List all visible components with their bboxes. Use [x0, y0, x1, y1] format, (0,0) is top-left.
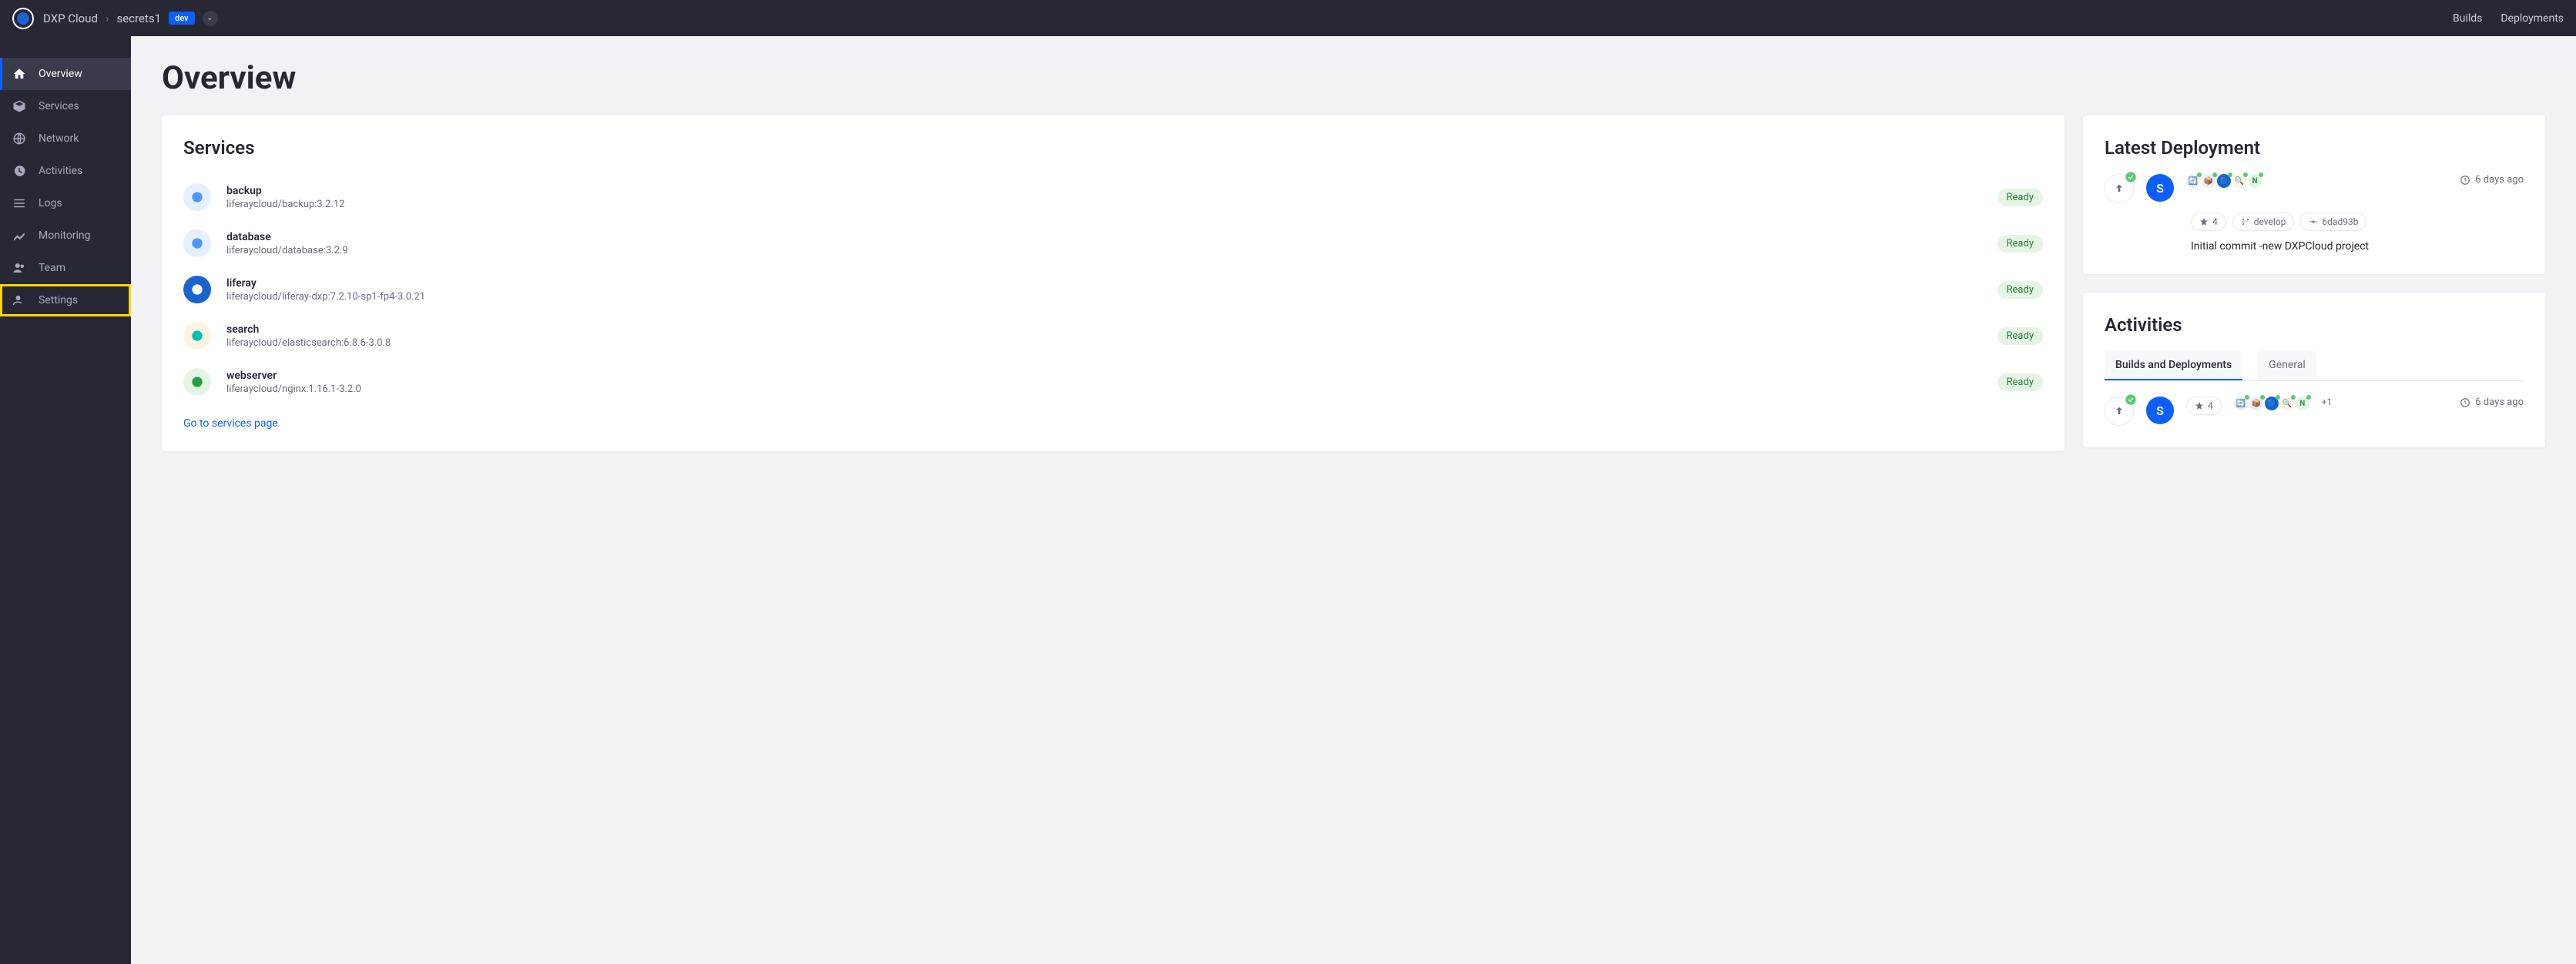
service-name: liferay	[226, 277, 1982, 290]
logo[interactable]	[12, 8, 34, 29]
service-desc: liferaycloud/elasticsearch:6.8.6-3.0.8	[226, 337, 1982, 349]
tab-builds-deployments[interactable]: Builds and Deployments	[2105, 351, 2242, 380]
activities-card-title: Activities	[2105, 314, 2524, 336]
commit-icon	[2309, 217, 2318, 226]
sidebar: Overview Services Network Activities Log…	[0, 36, 131, 964]
user-avatar[interactable]: S	[2146, 397, 2174, 424]
service-row-database[interactable]: database liferaycloud/database:3.2.9 Rea…	[183, 220, 2043, 266]
breadcrumb-project[interactable]: secrets1	[116, 12, 161, 25]
sidebar-label: Logs	[39, 197, 62, 209]
topbar-left: DXP Cloud › secrets1 dev ⌄	[12, 8, 218, 29]
activity-count-pill[interactable]: 4	[2186, 397, 2222, 415]
deploy-status-icon	[2105, 174, 2134, 203]
main-content: Overview Services backup liferaycloud/ba…	[131, 36, 2576, 964]
pin-icon	[2195, 401, 2204, 410]
service-desc: liferaycloud/liferay-dxp:7.2.10-sp1-fp4-…	[226, 291, 1982, 303]
services-card: Services backup liferaycloud/backup:3.2.…	[162, 115, 2064, 451]
service-name: search	[226, 323, 1982, 336]
sidebar-label: Activities	[39, 165, 82, 177]
chart-icon	[12, 229, 26, 243]
activity-time: 6 days ago	[2460, 397, 2524, 408]
user-avatar[interactable]: S	[2146, 174, 2174, 202]
service-dots: 🔄 📦 🔵 🔍 N	[2234, 397, 2309, 410]
people-icon	[12, 261, 26, 275]
sidebar-item-team[interactable]: Team	[0, 252, 131, 284]
sidebar-label: Settings	[39, 294, 78, 306]
deployment-card-title: Latest Deployment	[2105, 137, 2524, 159]
service-name: webserver	[226, 370, 1982, 382]
deployment-pills: 4 develop 6dad93b	[2191, 213, 2524, 231]
sidebar-item-network[interactable]: Network	[0, 122, 131, 155]
service-desc: liferaycloud/nginx:1.16.1-3.2.0	[226, 383, 1982, 395]
service-name: backup	[226, 185, 1982, 197]
topbar-deployments-link[interactable]: Deployments	[2501, 12, 2564, 25]
sidebar-label: Network	[39, 132, 79, 145]
sidebar-item-logs[interactable]: Logs	[0, 187, 131, 219]
service-desc: liferaycloud/backup:3.2.12	[226, 199, 1982, 210]
activities-card: Activities Builds and Deployments Genera…	[2083, 293, 2545, 447]
service-icon	[183, 322, 211, 350]
service-row-webserver[interactable]: webserver liferaycloud/nginx:1.16.1-3.2.…	[183, 359, 2043, 405]
sidebar-item-settings[interactable]: Settings	[0, 284, 131, 316]
sidebar-label: Overview	[39, 68, 82, 80]
sidebar-item-activities[interactable]: Activities	[0, 155, 131, 187]
status-badge: Ready	[1997, 327, 2043, 345]
service-name: database	[226, 231, 1982, 243]
sidebar-item-monitoring[interactable]: Monitoring	[0, 219, 131, 252]
person-gear-icon	[12, 293, 26, 307]
status-badge: Ready	[1997, 373, 2043, 391]
activities-tabs: Builds and Deployments General	[2105, 351, 2524, 381]
branch-pill[interactable]: develop	[2232, 213, 2295, 231]
service-icon	[183, 368, 211, 396]
sidebar-label: Monitoring	[39, 229, 91, 242]
sidebar-label: Services	[39, 100, 79, 112]
activity-row[interactable]: S 4 🔄 📦 🔵 🔍 N +1 6 da	[2105, 397, 2524, 426]
chevron-right-icon: ›	[106, 12, 109, 25]
service-row-search[interactable]: search liferaycloud/elasticsearch:6.8.6-…	[183, 313, 2043, 359]
status-badge: Ready	[1997, 189, 2043, 206]
check-icon	[2125, 171, 2137, 183]
cube-icon	[12, 99, 26, 113]
page-title: Overview	[162, 59, 2545, 97]
clock-icon	[2460, 175, 2470, 186]
commit-message: Initial commit -new DXPCloud project	[2191, 240, 2524, 253]
service-icon	[183, 183, 211, 211]
service-desc: liferaycloud/database:3.2.9	[226, 245, 1982, 256]
deployment-card: Latest Deployment S 🔄 📦 🔵	[2083, 115, 2545, 274]
env-dropdown[interactable]: ⌄	[203, 11, 218, 26]
globe-icon	[12, 132, 26, 146]
topbar: DXP Cloud › secrets1 dev ⌄ Builds Deploy…	[0, 0, 2576, 36]
deployment-time: 6 days ago	[2460, 174, 2524, 186]
sidebar-label: Team	[39, 262, 65, 274]
service-icon	[183, 276, 211, 303]
list-icon	[12, 196, 26, 210]
sidebar-item-services[interactable]: Services	[0, 90, 131, 122]
count-pill[interactable]: 4	[2191, 213, 2226, 231]
pin-icon	[2199, 217, 2209, 226]
check-icon	[2125, 393, 2137, 406]
history-icon	[12, 164, 26, 178]
breadcrumb-product[interactable]: DXP Cloud	[43, 12, 98, 25]
plus-count: +1	[2322, 397, 2333, 407]
branch-icon	[2241, 217, 2250, 226]
tab-general[interactable]: General	[2258, 351, 2316, 380]
env-badge: dev	[169, 12, 194, 25]
service-row-backup[interactable]: backup liferaycloud/backup:3.2.12 Ready	[183, 174, 2043, 220]
service-dots: 🔄 📦 🔵 🔍 N	[2186, 174, 2262, 188]
home-icon	[12, 67, 26, 81]
status-badge: Ready	[1997, 235, 2043, 253]
topbar-builds-link[interactable]: Builds	[2453, 12, 2482, 25]
activity-status-icon	[2105, 397, 2134, 426]
clock-icon	[2460, 397, 2470, 408]
service-icon	[183, 229, 211, 257]
services-card-title: Services	[183, 137, 2043, 159]
service-row-liferay[interactable]: liferay liferaycloud/liferay-dxp:7.2.10-…	[183, 266, 2043, 313]
sidebar-item-overview[interactable]: Overview	[0, 58, 131, 90]
topbar-right: Builds Deployments	[2453, 12, 2564, 25]
breadcrumb: DXP Cloud › secrets1 dev ⌄	[43, 11, 218, 26]
status-badge: Ready	[1997, 281, 2043, 299]
services-page-link[interactable]: Go to services page	[183, 417, 278, 430]
commit-pill[interactable]: 6dad93b	[2300, 213, 2366, 231]
